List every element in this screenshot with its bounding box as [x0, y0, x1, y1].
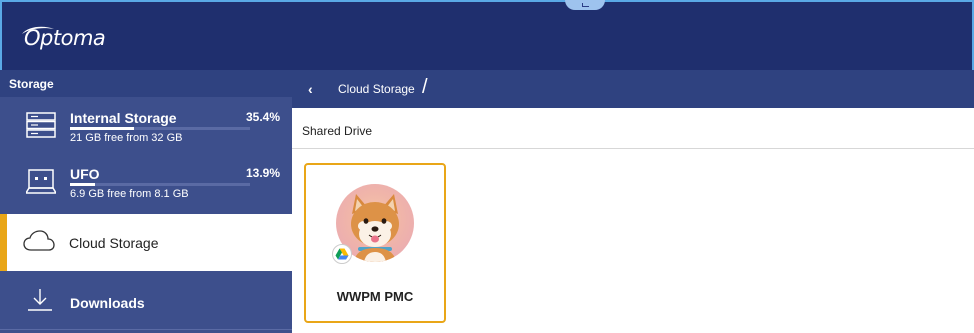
divider — [0, 329, 292, 330]
storage-usage-bar — [70, 183, 250, 186]
storage-detail: 21 GB free from 32 GB — [70, 132, 183, 144]
sidebar-item-label: Downloads — [70, 295, 145, 311]
download-icon — [28, 289, 52, 311]
breadcrumb-separator: / — [422, 76, 428, 98]
optoma-logo: Optoma — [24, 26, 106, 50]
sidebar-item-downloads[interactable]: Downloads — [0, 271, 292, 333]
cloud-icon — [23, 230, 55, 251]
google-drive-icon — [335, 248, 349, 260]
divider — [292, 148, 974, 149]
shared-drive-card[interactable]: WWPM PMC — [304, 163, 446, 323]
pull-down-tab[interactable] — [565, 0, 605, 10]
storage-percent: 35.4% — [245, 110, 280, 124]
section-title: Shared Drive — [302, 124, 373, 138]
sidebar-item-ufo[interactable]: UFO 13.9% 6.9 GB free from 8.1 GB — [0, 163, 292, 215]
storage-usage-fill — [70, 127, 134, 130]
breadcrumb: ‹ Cloud Storage / — [292, 70, 974, 108]
storage-detail: 6.9 GB free from 8.1 GB — [70, 188, 189, 200]
app-header: Optoma — [0, 0, 974, 70]
storage-name: UFO — [70, 166, 100, 182]
sidebar-item-internal-storage[interactable]: Internal Storage 35.4% 21 GB free from 3… — [0, 107, 292, 159]
sidebar-item-label: Cloud Storage — [69, 235, 159, 251]
drive-card-label: WWPM PMC — [336, 289, 414, 304]
storage-sidebar: Storage Internal Storage 35.4% 21 GB fre… — [0, 70, 292, 333]
storage-name: Internal Storage — [70, 110, 177, 126]
sidebar-title: Storage — [0, 70, 292, 97]
server-icon — [26, 112, 56, 138]
storage-percent: 13.9% — [245, 166, 280, 180]
storage-usage-fill — [70, 183, 96, 186]
google-drive-badge — [332, 244, 352, 264]
storage-usage-bar — [70, 127, 250, 130]
breadcrumb-current[interactable]: Cloud Storage — [338, 82, 415, 96]
sidebar-item-cloud-storage[interactable]: Cloud Storage — [0, 214, 292, 271]
back-icon[interactable]: ‹ — [308, 81, 313, 97]
usb-drive-icon — [26, 169, 56, 194]
